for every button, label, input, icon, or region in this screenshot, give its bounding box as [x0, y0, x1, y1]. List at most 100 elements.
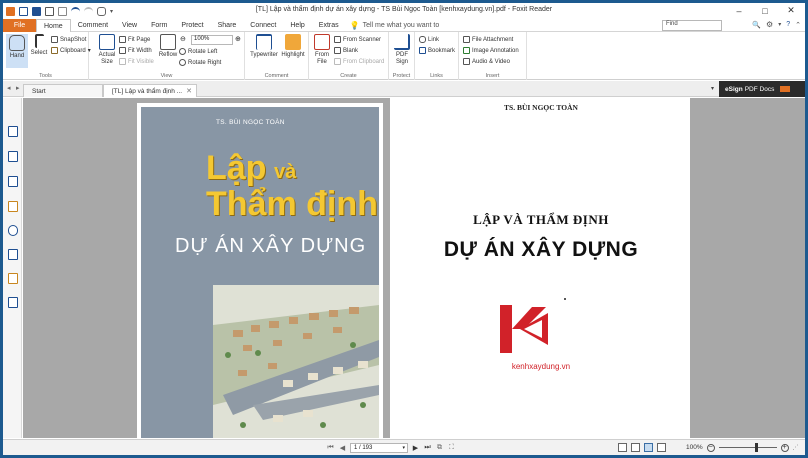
- menu-form[interactable]: Form: [144, 19, 174, 32]
- attachments-icon[interactable]: [8, 225, 18, 236]
- pdf-page-title: TS. BÙI NGỌC TOÀN LẬP VÀ THẨM ĐỊNH DỰ ÁN…: [390, 98, 690, 438]
- menu-connect[interactable]: Connect: [243, 19, 283, 32]
- paperclip-icon: [463, 36, 470, 43]
- help-icon[interactable]: ?: [786, 21, 790, 28]
- tab-start[interactable]: Start: [23, 84, 103, 97]
- menu-comment[interactable]: Comment: [71, 19, 115, 32]
- tab-list-icon[interactable]: ▾: [711, 85, 714, 92]
- customize-arrow-icon[interactable]: ▾: [110, 8, 113, 15]
- close-tab-icon[interactable]: ✕: [186, 87, 192, 95]
- fit-width-button[interactable]: Fit Width: [119, 47, 152, 54]
- single-page-view-icon[interactable]: [618, 443, 627, 452]
- blank-button[interactable]: Blank: [334, 47, 358, 54]
- zoom-in-icon[interactable]: ⊕: [235, 35, 241, 43]
- clipboard-button[interactable]: Clipboard ▾: [51, 47, 91, 54]
- reflow-button[interactable]: Reflow: [157, 34, 179, 59]
- file-attachment-button[interactable]: File Attachment: [463, 36, 513, 43]
- esign-button[interactable]: eSign PDF Docs: [719, 81, 805, 97]
- maximize-button[interactable]: □: [753, 4, 777, 17]
- pdf-page-cover: TS. BÙI NGỌC TOÀN Lập và Thẩm định DỰ ÁN…: [137, 103, 383, 438]
- next-page-icon[interactable]: ▶: [411, 444, 420, 453]
- hand-tool-icon[interactable]: [97, 6, 106, 16]
- resize-grip-icon[interactable]: ⋰: [793, 444, 799, 451]
- from-file-button[interactable]: From File: [312, 34, 332, 66]
- bookmark-button[interactable]: Bookmark: [419, 47, 455, 54]
- protect-group: PDF Sign Protect: [389, 32, 415, 80]
- file-menu[interactable]: File: [3, 18, 36, 32]
- tell-me-box[interactable]: 💡 Tell me what you want to: [350, 21, 440, 30]
- comments-panel-icon[interactable]: [8, 176, 18, 187]
- tools-group-label: Tools: [39, 73, 52, 79]
- destinations-icon[interactable]: [8, 297, 18, 308]
- bookmarks-panel-icon[interactable]: [8, 201, 18, 212]
- rotate-right-icon: [179, 59, 186, 66]
- tab-document[interactable]: [TL] Lập và thẩm định ... ✕: [103, 84, 197, 97]
- document-viewport[interactable]: TS. BÙI NGỌC TOÀN Lập và Thẩm định DỰ ÁN…: [23, 98, 805, 438]
- prev-page-icon[interactable]: ◀: [338, 444, 347, 453]
- typewriter-button[interactable]: Typewriter: [249, 34, 279, 59]
- lightbulb-icon: 💡: [349, 20, 360, 30]
- zoom-in-button[interactable]: +: [780, 443, 789, 452]
- audio-video-button[interactable]: Audio & Video: [463, 58, 510, 65]
- from-scanner-button[interactable]: From Scanner: [334, 36, 381, 43]
- ribbon-collapse-icon[interactable]: ⌃: [795, 21, 801, 29]
- layers-icon[interactable]: [8, 151, 18, 162]
- rotate-right-button[interactable]: Rotate Right: [179, 59, 221, 66]
- fit-visible-button[interactable]: Fit Visible: [119, 58, 154, 65]
- actual-size-button[interactable]: Actual Size: [95, 34, 119, 66]
- menu-extras[interactable]: Extras: [312, 19, 346, 32]
- settings-icon[interactable]: ⚙: [766, 20, 773, 29]
- menu-protect[interactable]: Protect: [174, 19, 210, 32]
- redo-icon[interactable]: [84, 6, 93, 16]
- rotate-left-button[interactable]: Rotate Left: [179, 48, 217, 55]
- menu-home[interactable]: Home: [36, 18, 71, 33]
- tab-scroll-right-icon[interactable]: ▸: [16, 84, 20, 92]
- facing-view-icon[interactable]: [644, 443, 653, 452]
- pdf-sign-button[interactable]: PDF Sign: [392, 34, 412, 66]
- page-number-input[interactable]: 1 / 193 ▾: [350, 443, 408, 453]
- save-icon[interactable]: [32, 6, 41, 16]
- menu-share[interactable]: Share: [211, 19, 244, 32]
- snapshot-button[interactable]: SnapShot: [51, 36, 86, 43]
- zoom-input[interactable]: 100%: [191, 35, 233, 45]
- continuous-facing-view-icon[interactable]: [657, 443, 666, 452]
- undo-icon[interactable]: [71, 6, 80, 16]
- menu-view[interactable]: View: [115, 19, 144, 32]
- menu-help[interactable]: Help: [283, 19, 311, 32]
- full-screen-icon[interactable]: ⛶: [447, 444, 456, 453]
- print-icon[interactable]: [45, 6, 54, 16]
- zoom-out-button[interactable]: −: [706, 443, 715, 452]
- fit-view-icon[interactable]: ⧉: [435, 444, 444, 453]
- last-page-icon[interactable]: ⏭: [423, 444, 432, 453]
- hand-icon: [9, 35, 25, 51]
- find-input[interactable]: Find: [662, 20, 722, 31]
- security-lock-icon[interactable]: [8, 273, 18, 284]
- highlight-button[interactable]: Highlight: [280, 34, 306, 59]
- zoom-out-icon[interactable]: ⊖: [180, 35, 186, 43]
- first-page-icon[interactable]: ⏮: [326, 444, 335, 453]
- camera-icon: [51, 36, 58, 43]
- page-thumbnails-icon[interactable]: [8, 126, 18, 137]
- actual-size-icon: [99, 34, 115, 50]
- hand-button[interactable]: Hand: [6, 34, 28, 68]
- zoom-slider[interactable]: [718, 443, 777, 452]
- select-button[interactable]: Select: [29, 34, 49, 57]
- blank-page-icon: [334, 47, 341, 54]
- minimize-button[interactable]: –: [727, 4, 751, 17]
- highlight-icon: [285, 34, 301, 50]
- cover-illustration: [213, 285, 379, 438]
- new-icon[interactable]: [58, 6, 67, 16]
- chevron-down-icon[interactable]: ▾: [778, 21, 781, 28]
- fit-page-button[interactable]: Fit Page: [119, 36, 150, 43]
- tools-group: Hand Select SnapShot Clipboard ▾ Tools: [3, 32, 91, 80]
- signatures-icon[interactable]: [8, 249, 18, 260]
- link-button[interactable]: Link: [419, 36, 439, 43]
- image-annotation-button[interactable]: Image Annotation: [463, 47, 519, 54]
- continuous-view-icon[interactable]: [631, 443, 640, 452]
- close-button[interactable]: ✕: [779, 4, 803, 17]
- zoom-slider-thumb[interactable]: [754, 443, 758, 452]
- from-clipboard-button[interactable]: From Clipboard: [334, 58, 384, 65]
- open-icon[interactable]: [19, 6, 28, 16]
- tab-scroll-left-icon[interactable]: ◂: [7, 84, 11, 92]
- search-icon[interactable]: 🔍: [752, 21, 761, 29]
